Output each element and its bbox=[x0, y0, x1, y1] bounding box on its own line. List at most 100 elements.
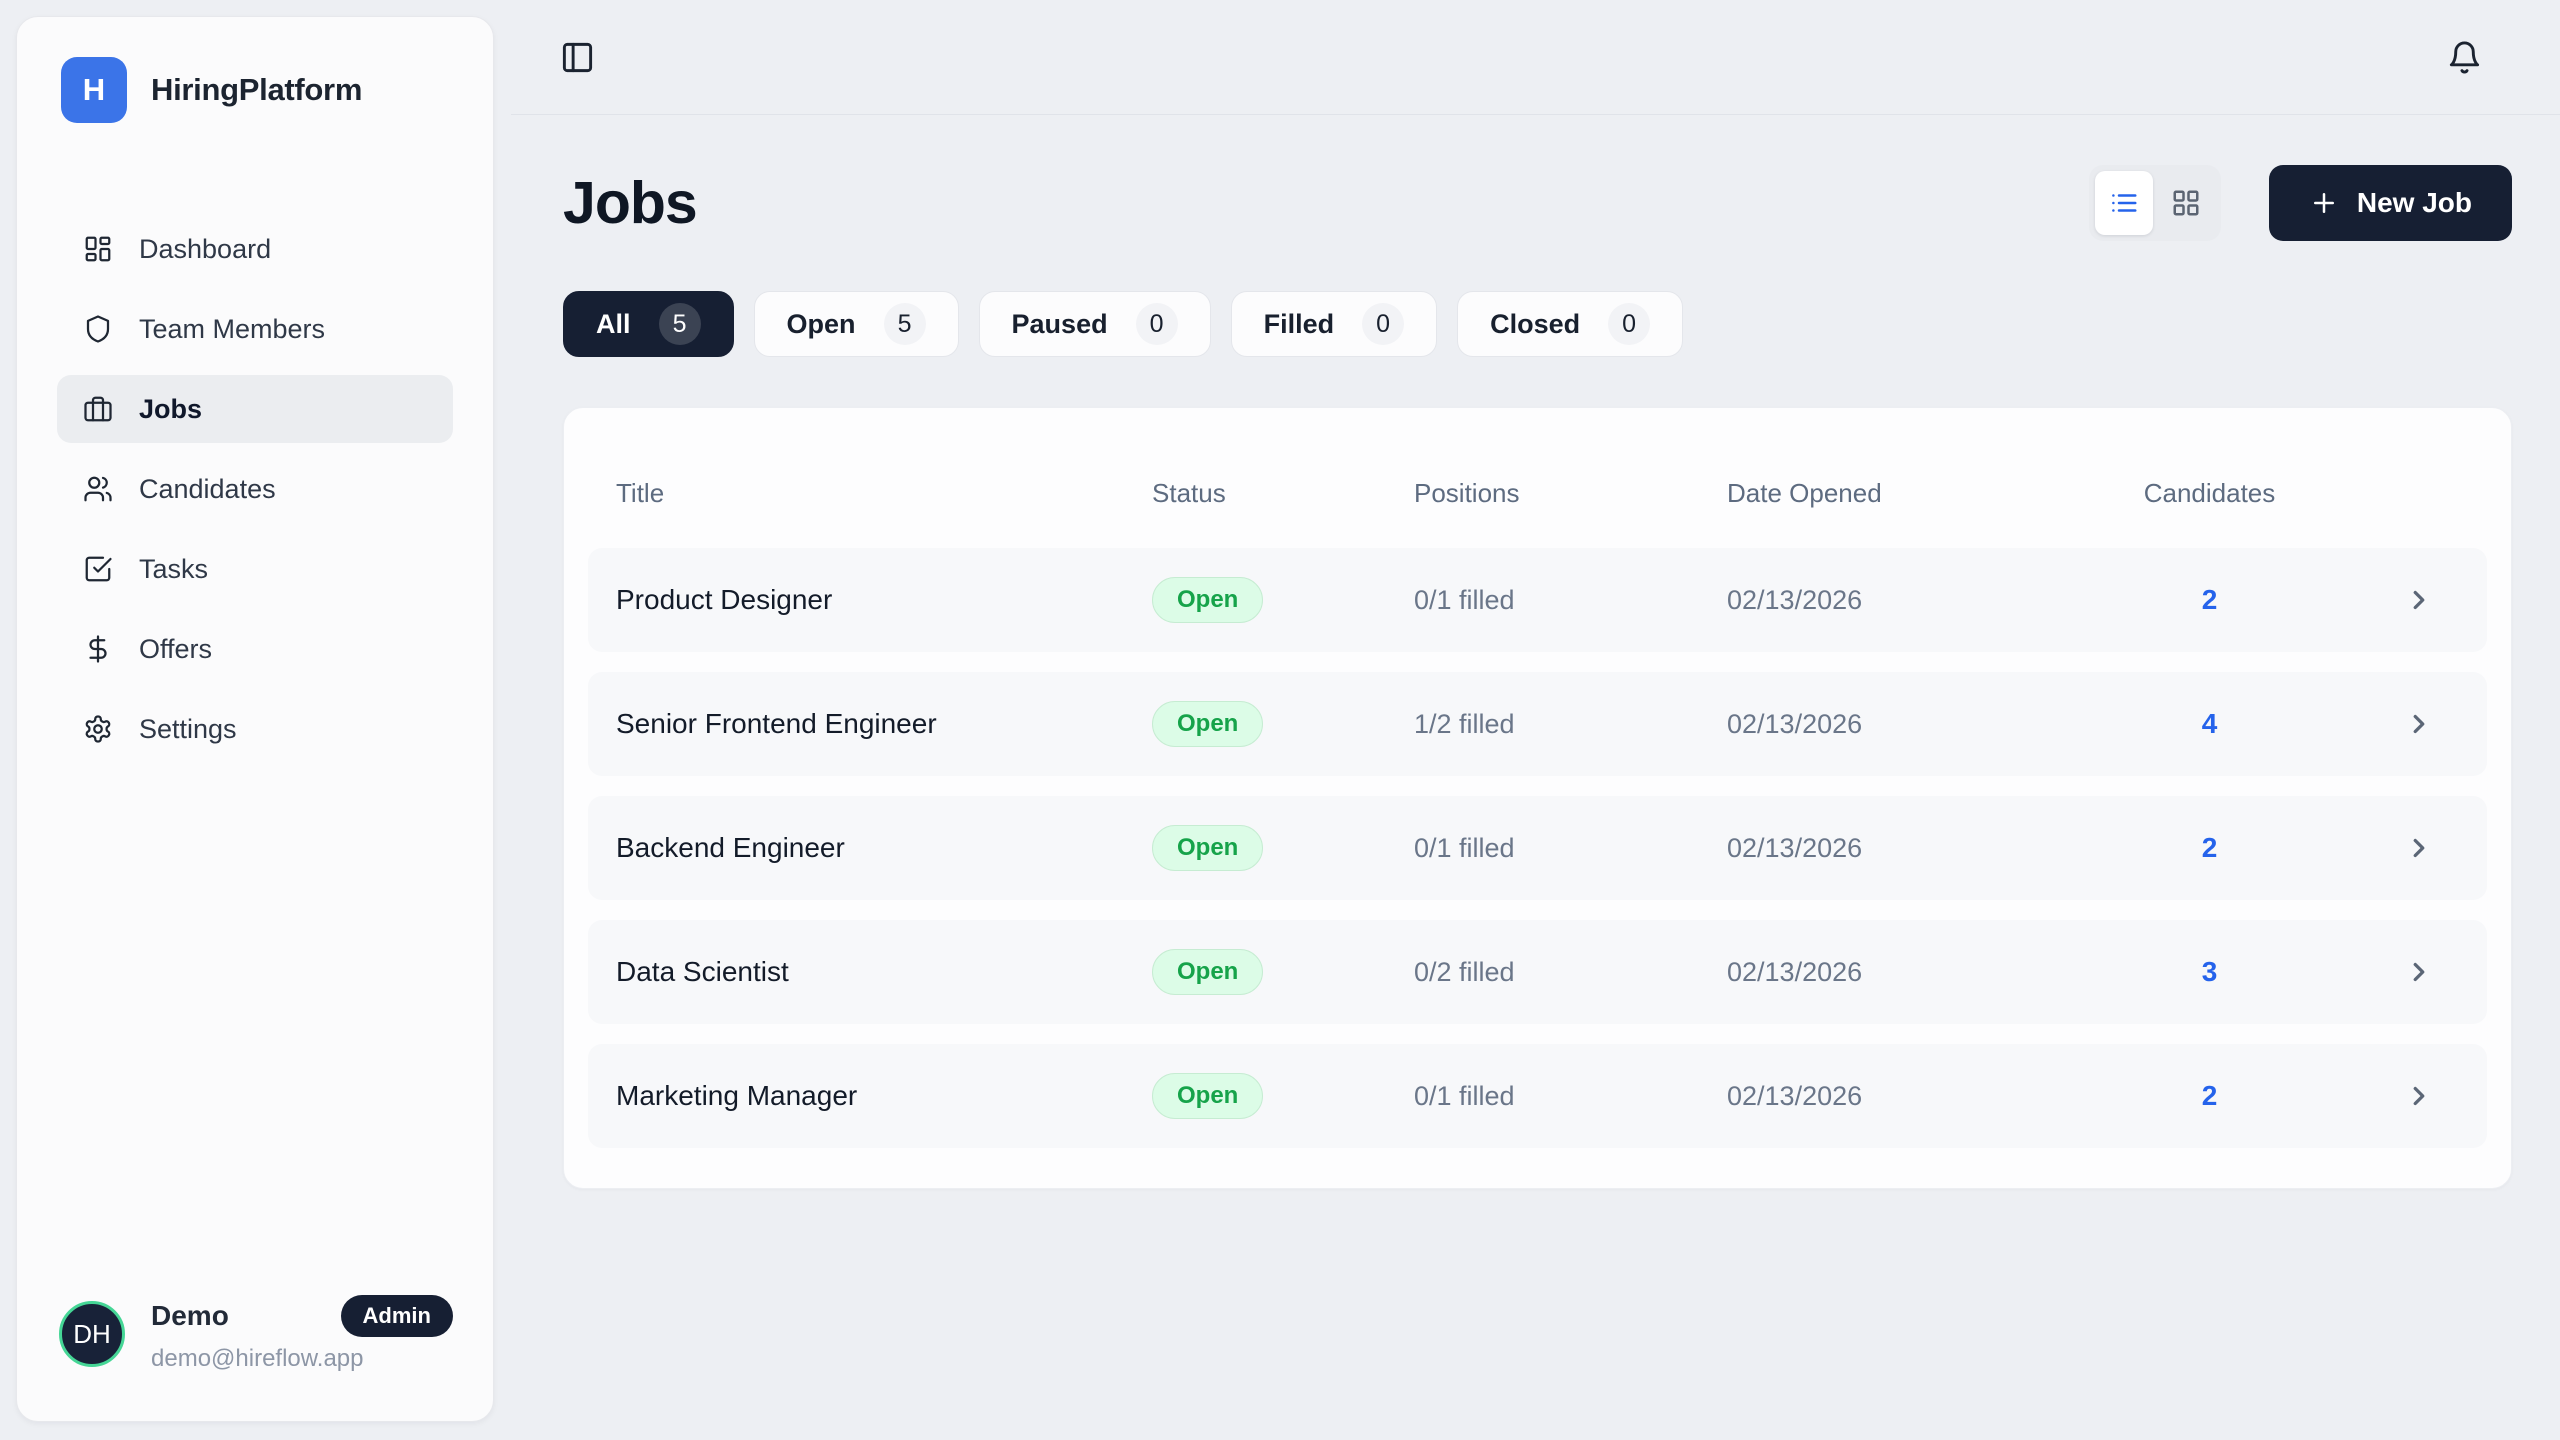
notifications-button[interactable] bbox=[2440, 33, 2488, 81]
user-name: Demo bbox=[151, 1300, 229, 1332]
settings-icon bbox=[83, 714, 113, 744]
job-positions: 0/1 filled bbox=[1414, 833, 1727, 864]
sidebar-item-tasks[interactable]: Tasks bbox=[57, 535, 453, 603]
avatar-initials: DH bbox=[73, 1319, 111, 1350]
status-badge: Open bbox=[1152, 949, 1263, 995]
job-positions: 0/2 filled bbox=[1414, 957, 1727, 988]
filter-count-badge: 0 bbox=[1136, 303, 1178, 345]
sidebar-item-jobs[interactable]: Jobs bbox=[57, 375, 453, 443]
column-header-date-opened: Date Opened bbox=[1727, 478, 2133, 509]
status-badge: Open bbox=[1152, 577, 1263, 623]
sidebar-item-settings[interactable]: Settings bbox=[57, 695, 453, 763]
bell-icon bbox=[2447, 40, 2482, 75]
status-badge: Open bbox=[1152, 1073, 1263, 1119]
job-candidates-count[interactable]: 3 bbox=[2133, 956, 2286, 988]
job-date-opened: 02/13/2026 bbox=[1727, 585, 2133, 616]
chevron-right-icon[interactable] bbox=[2404, 1081, 2434, 1111]
chevron-right-icon[interactable] bbox=[2404, 585, 2434, 615]
job-title: Backend Engineer bbox=[616, 832, 1152, 864]
status-badge: Open bbox=[1152, 825, 1263, 871]
job-status-cell: Open bbox=[1152, 1073, 1414, 1119]
filter-all[interactable]: All 5 bbox=[563, 291, 734, 357]
job-positions: 1/2 filled bbox=[1414, 709, 1727, 740]
table-row[interactable]: Marketing Manager Open 0/1 filled 02/13/… bbox=[588, 1044, 2487, 1148]
sidebar-toggle-button[interactable] bbox=[553, 33, 601, 81]
filter-paused[interactable]: Paused 0 bbox=[979, 291, 1211, 357]
table-row[interactable]: Backend Engineer Open 0/1 filled 02/13/2… bbox=[588, 796, 2487, 900]
plus-icon bbox=[2309, 188, 2339, 218]
job-status-cell: Open bbox=[1152, 701, 1414, 747]
list-view-button[interactable] bbox=[2095, 171, 2153, 235]
filter-closed[interactable]: Closed 0 bbox=[1457, 291, 1683, 357]
sidebar-nav: Dashboard Team Members Jobs Candidates T… bbox=[57, 215, 453, 763]
jobs-page: Jobs New Job bbox=[511, 165, 2560, 1189]
avatar: DH bbox=[59, 1301, 125, 1367]
row-chevron-cell bbox=[2379, 833, 2459, 863]
job-status-cell: Open bbox=[1152, 949, 1414, 995]
view-toggle bbox=[2089, 165, 2221, 241]
list-icon bbox=[2109, 188, 2139, 218]
chevron-right-icon[interactable] bbox=[2404, 833, 2434, 863]
job-date-opened: 02/13/2026 bbox=[1727, 833, 2133, 864]
filter-count-badge: 0 bbox=[1608, 303, 1650, 345]
jobs-table: TitleStatusPositionsDate OpenedCandidate… bbox=[563, 407, 2512, 1189]
chevron-right-icon[interactable] bbox=[2404, 709, 2434, 739]
job-status-cell: Open bbox=[1152, 825, 1414, 871]
row-chevron-cell bbox=[2379, 585, 2459, 615]
sidebar-item-team-members[interactable]: Team Members bbox=[57, 295, 453, 363]
grid-view-button[interactable] bbox=[2157, 171, 2215, 235]
user-info: Demo Admin demo@hireflow.app bbox=[151, 1295, 453, 1373]
job-date-opened: 02/13/2026 bbox=[1727, 957, 2133, 988]
new-job-label: New Job bbox=[2357, 187, 2472, 219]
job-positions: 0/1 filled bbox=[1414, 1081, 1727, 1112]
job-candidates-count[interactable]: 2 bbox=[2133, 832, 2286, 864]
layout-dashboard-icon bbox=[83, 234, 113, 264]
table-body: Product Designer Open 0/1 filled 02/13/2… bbox=[588, 548, 2487, 1148]
job-title: Product Designer bbox=[616, 584, 1152, 616]
row-chevron-cell bbox=[2379, 1081, 2459, 1111]
column-header-status: Status bbox=[1152, 478, 1414, 509]
grid-icon bbox=[2171, 188, 2201, 218]
job-date-opened: 02/13/2026 bbox=[1727, 709, 2133, 740]
status-filters: All 5 Open 5 Paused 0 Filled 0 Closed 0 bbox=[563, 291, 2512, 357]
sidebar: H HiringPlatform Dashboard Team Members … bbox=[16, 16, 494, 1422]
check-square-icon bbox=[83, 554, 113, 584]
sidebar-spacer bbox=[57, 763, 453, 1295]
filter-filled[interactable]: Filled 0 bbox=[1231, 291, 1438, 357]
job-candidates-count[interactable]: 4 bbox=[2133, 708, 2286, 740]
title-row: Jobs New Job bbox=[563, 165, 2512, 241]
job-date-opened: 02/13/2026 bbox=[1727, 1081, 2133, 1112]
filter-count-badge: 5 bbox=[884, 303, 926, 345]
job-title: Data Scientist bbox=[616, 956, 1152, 988]
role-badge: Admin bbox=[341, 1295, 453, 1337]
main-area: Jobs New Job bbox=[511, 0, 2560, 1440]
filter-open[interactable]: Open 5 bbox=[754, 291, 959, 357]
dollar-sign-icon bbox=[83, 634, 113, 664]
new-job-button[interactable]: New Job bbox=[2269, 165, 2512, 241]
sidebar-item-candidates[interactable]: Candidates bbox=[57, 455, 453, 523]
table-row[interactable]: Senior Frontend Engineer Open 1/2 filled… bbox=[588, 672, 2487, 776]
sidebar-item-dashboard[interactable]: Dashboard bbox=[57, 215, 453, 283]
status-badge: Open bbox=[1152, 701, 1263, 747]
job-positions: 0/1 filled bbox=[1414, 585, 1727, 616]
column-header-title: Title bbox=[616, 478, 1152, 509]
sidebar-item-offers[interactable]: Offers bbox=[57, 615, 453, 683]
column-header-positions: Positions bbox=[1414, 478, 1727, 509]
title-actions: New Job bbox=[2089, 165, 2512, 241]
job-candidates-count[interactable]: 2 bbox=[2133, 1080, 2286, 1112]
job-candidates-count[interactable]: 2 bbox=[2133, 584, 2286, 616]
user-profile[interactable]: DH Demo Admin demo@hireflow.app bbox=[57, 1295, 453, 1373]
app-logo-letter: H bbox=[83, 72, 105, 108]
table-row[interactable]: Product Designer Open 0/1 filled 02/13/2… bbox=[588, 548, 2487, 652]
table-header: TitleStatusPositionsDate OpenedCandidate… bbox=[588, 438, 2487, 548]
shield-icon bbox=[83, 314, 113, 344]
page-title: Jobs bbox=[563, 169, 697, 237]
table-row[interactable]: Data Scientist Open 0/2 filled 02/13/202… bbox=[588, 920, 2487, 1024]
users-icon bbox=[83, 474, 113, 504]
briefcase-icon bbox=[83, 394, 113, 424]
row-chevron-cell bbox=[2379, 957, 2459, 987]
chevron-right-icon[interactable] bbox=[2404, 957, 2434, 987]
column-header-candidates: Candidates bbox=[2133, 478, 2286, 509]
filter-count-badge: 0 bbox=[1362, 303, 1404, 345]
app-title: HiringPlatform bbox=[151, 72, 362, 108]
